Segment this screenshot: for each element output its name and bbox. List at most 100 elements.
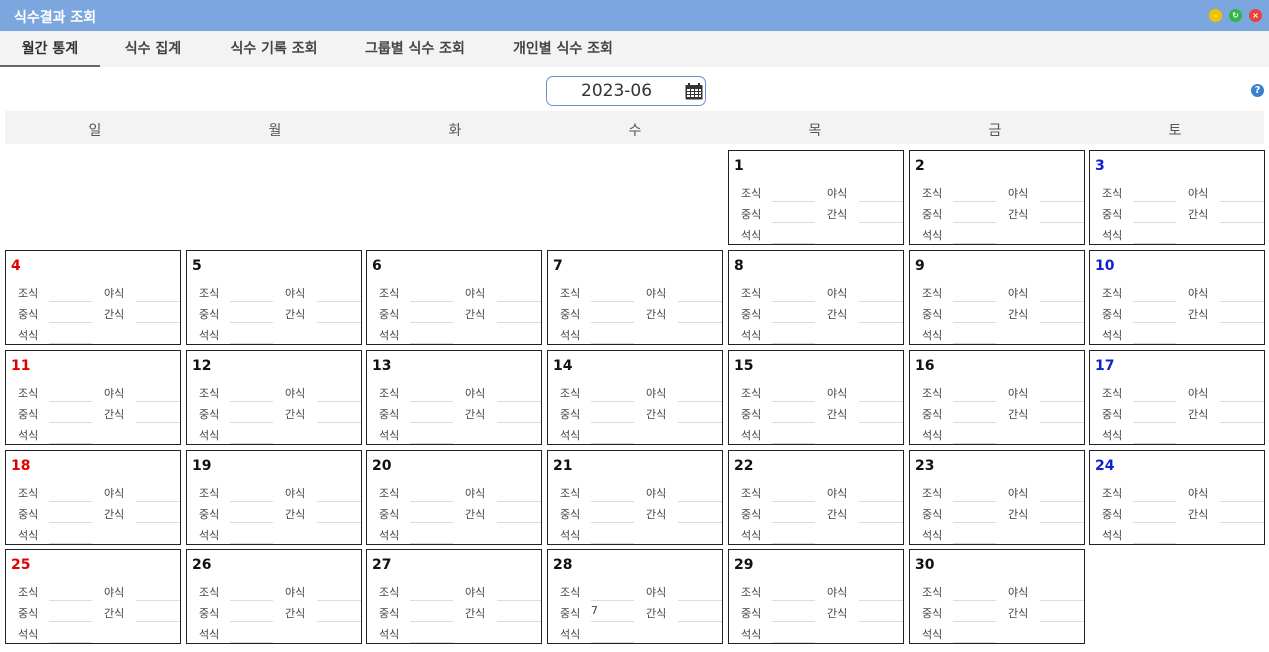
day-number: 2 xyxy=(915,158,925,174)
day-cell[interactable]: 17 조식 야식 중식 간식 석식 xyxy=(1089,350,1265,445)
meal-count-night xyxy=(317,580,361,601)
day-cell[interactable]: 5 조식 야식 중식 간식 석식 xyxy=(186,250,362,345)
meal-count-dinner xyxy=(591,323,634,344)
meal-label-dinner: 석식 xyxy=(199,628,220,641)
day-cell[interactable]: 13 조식 야식 중식 간식 석식 xyxy=(366,350,542,445)
meal-count-breakfast xyxy=(591,481,634,502)
meal-count-lunch xyxy=(49,402,92,423)
day-cell[interactable]: 28 조식 야식 중식 7 간식 석식 xyxy=(547,549,723,644)
meal-label-breakfast: 조식 xyxy=(741,387,762,400)
minimize-icon[interactable]: – xyxy=(1209,9,1222,22)
meal-count-lunch xyxy=(772,402,815,423)
meal-count-lunch xyxy=(230,502,273,523)
meal-count-lunch xyxy=(410,502,453,523)
meal-label-night: 야식 xyxy=(465,287,486,300)
day-cell[interactable]: 10 조식 야식 중식 간식 석식 xyxy=(1089,250,1265,345)
weekday-thu: 목 xyxy=(808,123,822,139)
meal-label-lunch: 중식 xyxy=(741,508,762,521)
meal-label-snack: 간식 xyxy=(827,408,848,421)
tab-meal-summary[interactable]: 식수 집계 xyxy=(110,31,196,67)
restore-icon[interactable]: ↻ xyxy=(1229,9,1242,22)
meal-count-snack xyxy=(1040,402,1084,423)
meal-count-breakfast xyxy=(772,181,815,202)
meal-count-dinner xyxy=(772,223,815,244)
day-cell[interactable]: 25 조식 야식 중식 간식 석식 xyxy=(5,549,181,644)
day-cell[interactable]: 15 조식 야식 중식 간식 석식 xyxy=(728,350,904,445)
meal-count-night xyxy=(317,281,361,302)
meal-count-night xyxy=(859,580,903,601)
meal-count-lunch xyxy=(49,302,92,323)
day-cell[interactable]: 26 조식 야식 중식 간식 석식 xyxy=(186,549,362,644)
meal-count-dinner xyxy=(410,423,453,444)
day-cell[interactable]: 4 조식 야식 중식 간식 석식 xyxy=(5,250,181,345)
day-cell[interactable]: 9 조식 야식 중식 간식 석식 xyxy=(909,250,1085,345)
meal-label-lunch: 중식 xyxy=(741,607,762,620)
meal-count-dinner xyxy=(953,323,996,344)
month-picker[interactable]: 2023-06 xyxy=(546,76,706,106)
month-value[interactable]: 2023-06 xyxy=(581,81,652,101)
day-number: 16 xyxy=(915,358,935,374)
day-cell[interactable]: 18 조식 야식 중식 간식 석식 xyxy=(5,450,181,545)
meal-label-snack: 간식 xyxy=(827,607,848,620)
meal-count-snack xyxy=(1040,202,1084,223)
meal-count-breakfast xyxy=(953,281,996,302)
meal-count-snack xyxy=(1220,202,1264,223)
title-bar: 식수결과 조회 – ↻ × xyxy=(0,0,1269,31)
meal-count-dinner xyxy=(230,523,273,544)
close-icon[interactable]: × xyxy=(1249,9,1262,22)
meal-label-snack: 간식 xyxy=(104,508,125,521)
day-cell[interactable]: 11 조식 야식 중식 간식 석식 xyxy=(5,350,181,445)
help-icon[interactable]: ? xyxy=(1251,84,1264,97)
meal-label-lunch: 중식 xyxy=(18,607,39,620)
day-number: 24 xyxy=(1095,458,1115,474)
meal-count-dinner xyxy=(230,622,273,643)
meal-count-night xyxy=(1220,281,1264,302)
day-cell[interactable]: 29 조식 야식 중식 간식 석식 xyxy=(728,549,904,644)
meal-count-lunch xyxy=(772,302,815,323)
day-cell[interactable]: 2 조식 야식 중식 간식 석식 xyxy=(909,150,1085,245)
day-number: 26 xyxy=(192,557,212,573)
meal-label-dinner: 석식 xyxy=(922,628,943,641)
day-cell[interactable]: 14 조식 야식 중식 간식 석식 xyxy=(547,350,723,445)
day-cell[interactable]: 24 조식 야식 중식 간식 석식 xyxy=(1089,450,1265,545)
day-cell[interactable]: 12 조식 야식 중식 간식 석식 xyxy=(186,350,362,445)
meal-count-lunch xyxy=(1133,302,1176,323)
day-cell[interactable]: 20 조식 야식 중식 간식 석식 xyxy=(366,450,542,545)
day-cell[interactable]: 7 조식 야식 중식 간식 석식 xyxy=(547,250,723,345)
day-cell[interactable]: 19 조식 야식 중식 간식 석식 xyxy=(186,450,362,545)
day-cell[interactable]: 21 조식 야식 중식 간식 석식 xyxy=(547,450,723,545)
day-cell[interactable]: 3 조식 야식 중식 간식 석식 xyxy=(1089,150,1265,245)
meal-count-snack xyxy=(136,601,180,622)
meal-count-lunch xyxy=(230,302,273,323)
meal-label-breakfast: 조식 xyxy=(560,387,581,400)
meal-count-night xyxy=(859,181,903,202)
meal-label-dinner: 석식 xyxy=(1102,329,1123,342)
meal-count-lunch: 7 xyxy=(591,601,634,622)
meal-count-lunch xyxy=(410,302,453,323)
day-number: 17 xyxy=(1095,358,1115,374)
tab-monthly-stats[interactable]: 월간 통계 xyxy=(0,31,100,67)
meal-label-dinner: 석식 xyxy=(18,529,39,542)
day-cell[interactable]: 8 조식 야식 중식 간식 석식 xyxy=(728,250,904,345)
tab-group-meals[interactable]: 그룹별 식수 조회 xyxy=(352,31,478,67)
day-cell[interactable]: 27 조식 야식 중식 간식 석식 xyxy=(366,549,542,644)
calendar-icon[interactable] xyxy=(685,83,703,100)
meal-label-night: 야식 xyxy=(1008,586,1029,599)
meal-label-breakfast: 조식 xyxy=(18,586,39,599)
day-cell[interactable]: 16 조식 야식 중식 간식 석식 xyxy=(909,350,1085,445)
tab-individual-meals[interactable]: 개인별 식수 조회 xyxy=(500,31,626,67)
tab-meal-records[interactable]: 식수 기록 조회 xyxy=(216,31,332,67)
day-cell[interactable]: 6 조식 야식 중식 간식 석식 xyxy=(366,250,542,345)
meal-label-dinner: 석식 xyxy=(741,628,762,641)
day-cell[interactable]: 23 조식 야식 중식 간식 석식 xyxy=(909,450,1085,545)
day-number: 18 xyxy=(11,458,31,474)
day-cell[interactable]: 1 조식 야식 중식 간식 석식 xyxy=(728,150,904,245)
meal-count-breakfast xyxy=(230,481,273,502)
meal-label-night: 야식 xyxy=(285,387,306,400)
day-cell[interactable]: 22 조식 야식 중식 간식 석식 xyxy=(728,450,904,545)
meal-count-dinner xyxy=(1133,223,1176,244)
meal-count-snack xyxy=(1040,302,1084,323)
day-cell[interactable]: 30 조식 야식 중식 간식 석식 xyxy=(909,549,1085,644)
meal-label-breakfast: 조식 xyxy=(922,586,943,599)
day-number: 5 xyxy=(192,258,202,274)
